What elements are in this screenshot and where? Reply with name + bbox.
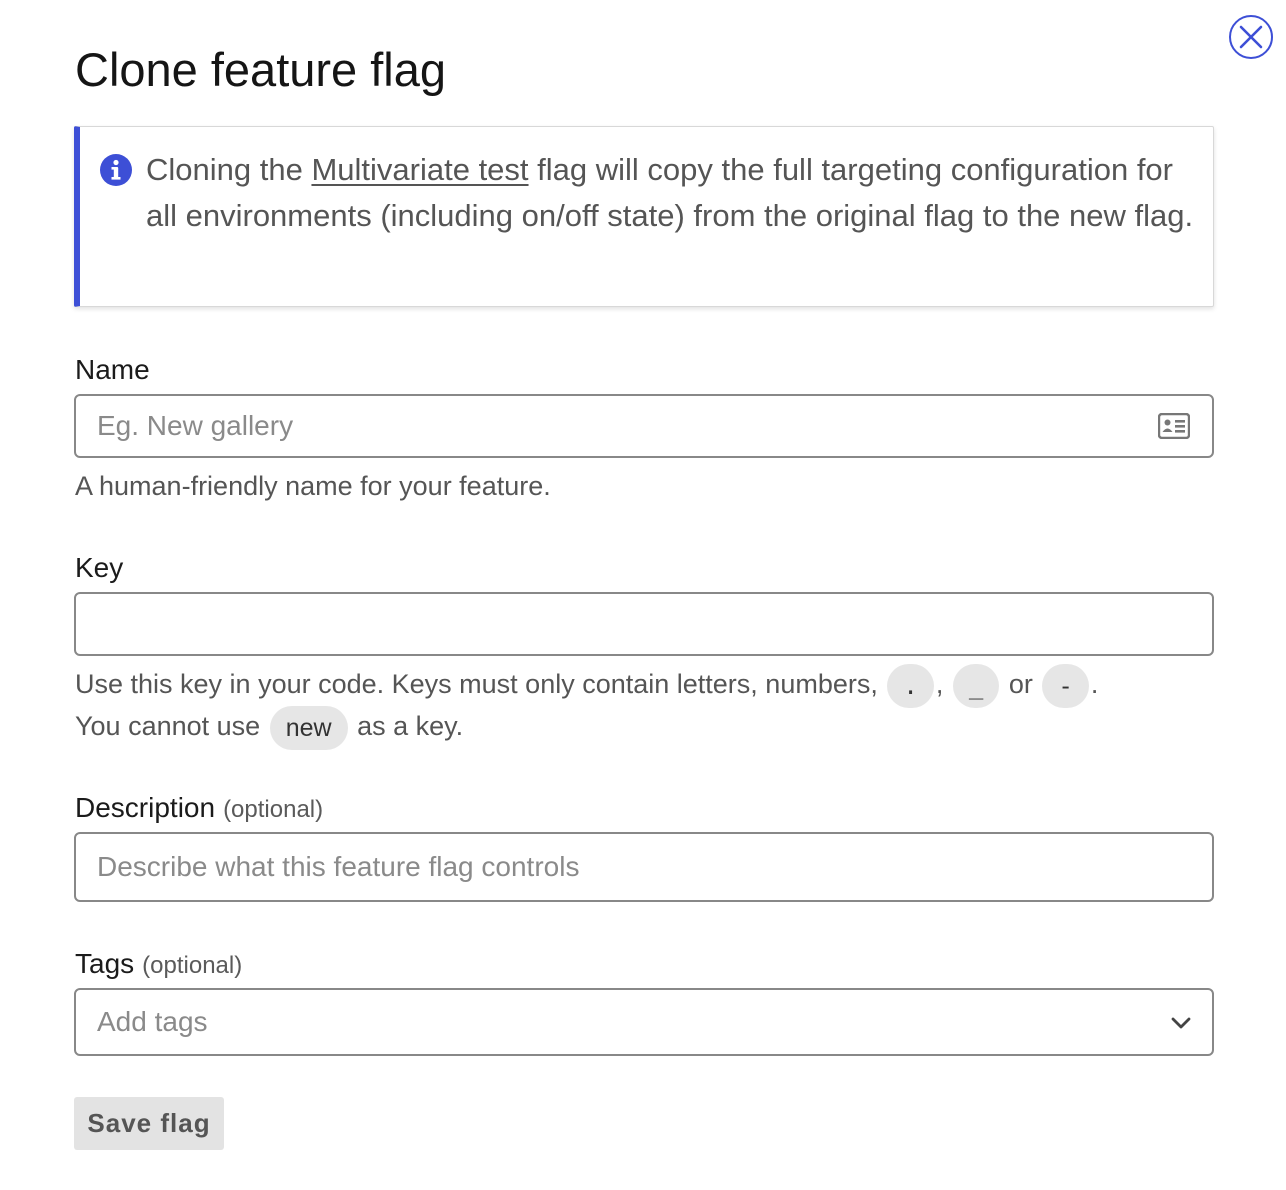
close-button[interactable] [1229, 15, 1273, 59]
key-hint-reserved: You cannot use [75, 711, 261, 741]
key-hint-text: Use this key in your code. Keys must onl… [75, 669, 878, 699]
key-hint-or: or [1008, 669, 1033, 699]
dot-chip: . [887, 663, 934, 708]
source-flag-link[interactable]: Multivariate test [311, 152, 528, 187]
name-input[interactable] [76, 396, 1212, 456]
description-field-wrapper [74, 832, 1214, 902]
tags-placeholder: Add tags [97, 1006, 208, 1037]
callout-message: Cloning the Multivariate test flag will … [146, 147, 1196, 239]
key-hint-line1: Use this key in your code. Keys must onl… [75, 663, 1098, 708]
key-hint-line2: You cannot use new as a key. [75, 705, 463, 750]
dash-chip: - [1042, 663, 1089, 708]
dialog-title: Clone feature flag [75, 43, 447, 96]
key-hint-comma: , [935, 669, 944, 699]
description-optional: (optional) [223, 796, 324, 823]
tags-label-text: Tags [75, 948, 135, 979]
name-hint: A human-friendly name for your feature. [75, 471, 551, 501]
tags-optional: (optional) [142, 952, 243, 979]
chevron-down-icon [1171, 1017, 1191, 1029]
key-field-wrapper [74, 592, 1214, 656]
description-label-text: Description [75, 792, 216, 823]
callout-text-before: Cloning the [146, 152, 312, 187]
tags-select[interactable]: Add tags [74, 988, 1214, 1056]
info-callout: Cloning the Multivariate test flag will … [74, 126, 1214, 307]
description-input[interactable] [76, 834, 1212, 900]
key-label: Key [75, 552, 124, 583]
info-icon [100, 154, 132, 186]
description-label: Description (optional) [75, 790, 323, 828]
close-icon [1239, 25, 1263, 49]
key-hint-period: . [1090, 669, 1099, 699]
name-field-wrapper [74, 394, 1214, 458]
tags-label: Tags (optional) [75, 946, 242, 984]
underscore-chip: _ [952, 663, 1000, 708]
key-hint-end: as a key. [357, 711, 464, 741]
new-chip: new [269, 705, 348, 750]
contact-card-icon [1158, 413, 1190, 439]
save-flag-button[interactable]: Save flag [74, 1097, 224, 1150]
clone-flag-dialog: Clone feature flag Cloning the Multivari… [0, 0, 1286, 1190]
key-input[interactable] [76, 594, 1212, 654]
name-label: Name [75, 354, 150, 385]
